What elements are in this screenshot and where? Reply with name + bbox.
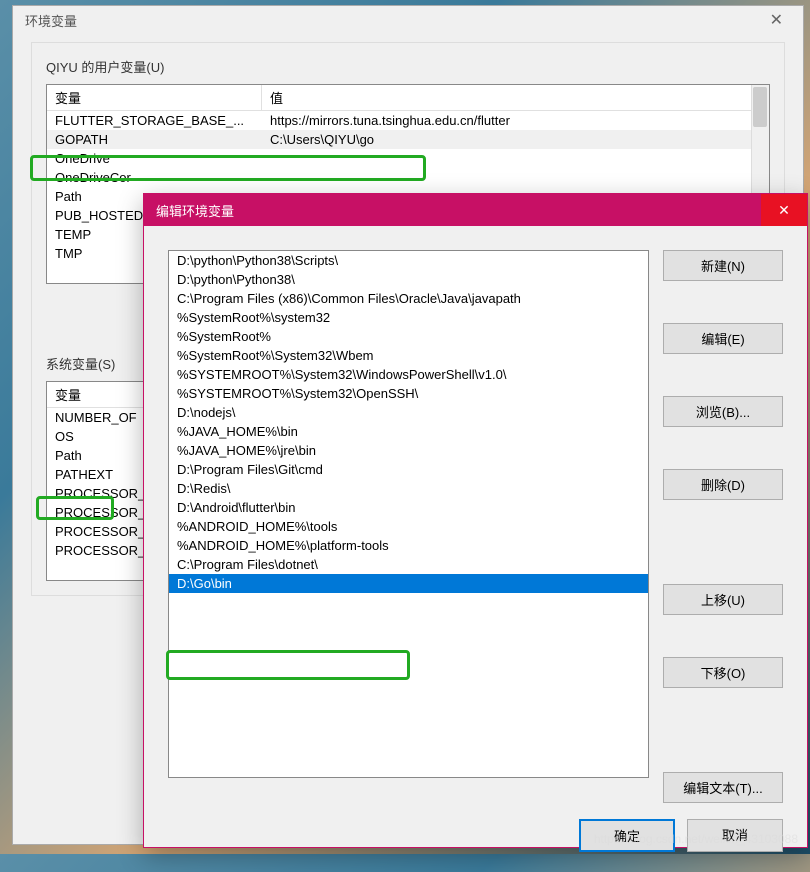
dialog2-body: D:\python\Python38\Scripts\D:\python\Pyt… xyxy=(144,226,807,819)
movedown-button[interactable]: 下移(O) xyxy=(663,657,783,688)
var-name: OneDrive xyxy=(47,149,262,168)
list-item[interactable]: D:\python\Python38\Scripts\ xyxy=(169,251,648,270)
dialog2-titlebar: 编辑环境变量 ✕ xyxy=(144,194,807,226)
list-item[interactable]: %SystemRoot%\system32 xyxy=(169,308,648,327)
list-item[interactable]: D:\Program Files\Git\cmd xyxy=(169,460,648,479)
list-item[interactable]: D:\Android\flutter\bin xyxy=(169,498,648,517)
user-vars-label: QIYU 的用户变量(U) xyxy=(46,57,770,76)
path-list[interactable]: D:\python\Python38\Scripts\D:\python\Pyt… xyxy=(168,250,649,778)
list-item[interactable]: %SystemRoot%\System32\Wbem xyxy=(169,346,648,365)
list-item[interactable]: %JAVA_HOME%\bin xyxy=(169,422,648,441)
col-header-val: 值 xyxy=(262,85,769,110)
edit-button[interactable]: 编辑(E) xyxy=(663,323,783,354)
browse-button[interactable]: 浏览(B)... xyxy=(663,396,783,427)
close-icon[interactable]: ✕ xyxy=(761,194,807,226)
user-vars-header: 变量 值 xyxy=(47,85,769,111)
list-item[interactable]: %SYSTEMROOT%\System32\WindowsPowerShell\… xyxy=(169,365,648,384)
list-item[interactable]: %ANDROID_HOME%\tools xyxy=(169,517,648,536)
table-row[interactable]: OneDriveCor xyxy=(47,168,769,187)
list-item[interactable]: D:\Redis\ xyxy=(169,479,648,498)
var-value: https://mirrors.tuna.tsinghua.edu.cn/flu… xyxy=(262,111,769,130)
table-row[interactable]: FLUTTER_STORAGE_BASE_...https://mirrors.… xyxy=(47,111,769,130)
var-value: C:\Users\QIYU\go xyxy=(262,130,769,149)
close-icon[interactable]: ✕ xyxy=(762,10,791,30)
var-name: FLUTTER_STORAGE_BASE_... xyxy=(47,111,262,130)
edit-env-var-dialog: 编辑环境变量 ✕ D:\python\Python38\Scripts\D:\p… xyxy=(143,193,808,848)
button-column: 新建(N) 编辑(E) 浏览(B)... 删除(D) 上移(U) 下移(O) 编… xyxy=(663,250,783,803)
var-value xyxy=(262,149,769,168)
dialog1-title-text: 环境变量 xyxy=(25,11,77,30)
watermark: https://blog.csdn.net/weixin_43103088 xyxy=(594,832,798,846)
list-item[interactable]: D:\Go\bin xyxy=(169,574,648,593)
edittext-button[interactable]: 编辑文本(T)... xyxy=(663,772,783,803)
table-row[interactable]: GOPATHC:\Users\QIYU\go xyxy=(47,130,769,149)
list-item[interactable]: %SystemRoot% xyxy=(169,327,648,346)
list-item[interactable]: C:\Program Files (x86)\Common Files\Orac… xyxy=(169,289,648,308)
var-value xyxy=(262,168,769,187)
var-name: OneDriveCor xyxy=(47,168,262,187)
scroll-thumb[interactable] xyxy=(753,87,767,127)
list-item[interactable]: %JAVA_HOME%\jre\bin xyxy=(169,441,648,460)
table-row[interactable]: OneDrive xyxy=(47,149,769,168)
list-item[interactable]: D:\nodejs\ xyxy=(169,403,648,422)
list-item[interactable]: %SYSTEMROOT%\System32\OpenSSH\ xyxy=(169,384,648,403)
var-name: GOPATH xyxy=(47,130,262,149)
moveup-button[interactable]: 上移(U) xyxy=(663,584,783,615)
list-item[interactable]: D:\python\Python38\ xyxy=(169,270,648,289)
list-item[interactable]: %ANDROID_HOME%\platform-tools xyxy=(169,536,648,555)
delete-button[interactable]: 删除(D) xyxy=(663,469,783,500)
dialog2-title-text: 编辑环境变量 xyxy=(156,201,234,220)
dialog1-titlebar: 环境变量 ✕ xyxy=(13,6,803,34)
new-button[interactable]: 新建(N) xyxy=(663,250,783,281)
list-item[interactable]: C:\Program Files\dotnet\ xyxy=(169,555,648,574)
col-header-var: 变量 xyxy=(47,85,262,110)
